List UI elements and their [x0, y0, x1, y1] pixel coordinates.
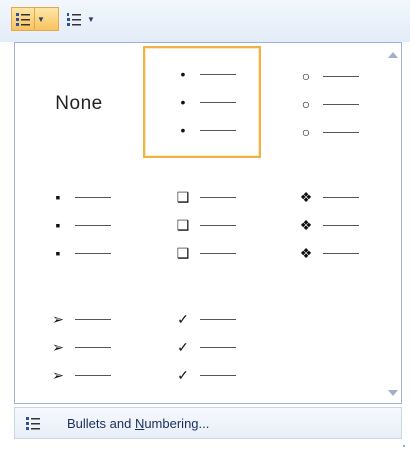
diamond-dots-icon: ❖ — [299, 217, 313, 233]
bullet-line: ➢ — [20, 361, 138, 389]
bullet-line: ✓ — [145, 333, 263, 361]
none-label: None — [55, 93, 103, 114]
line-placeholder — [75, 346, 111, 348]
hollow-circle-icon: ○ — [301, 96, 311, 112]
bullet-library-gallery: None • • • ○ ○ ○ ▪ ▪ ▪ ❑ ❑ ❑ ❖ ❖ ❖ ➢ ➢ ➢… — [14, 42, 402, 404]
line-placeholder — [75, 318, 111, 320]
bullet-line: • — [145, 116, 259, 144]
line-placeholder — [323, 75, 359, 77]
bullet-line: ❑ — [145, 211, 263, 239]
bullets-and-numbering-label: Bullets and Numbering... — [67, 415, 210, 431]
bullet-style-hollow-circle[interactable]: ○ ○ ○ — [268, 48, 386, 160]
gallery-scrollbar[interactable] — [384, 46, 400, 402]
checkmark-icon: ✓ — [177, 339, 189, 355]
resize-grip-icon[interactable] — [399, 441, 405, 447]
line-placeholder — [75, 374, 111, 376]
bullet-style-checkmark[interactable]: ✓ ✓ ✓ — [145, 291, 263, 403]
bullet-line: • — [145, 88, 259, 116]
small-dot-icon: • — [180, 122, 186, 138]
line-placeholder — [200, 73, 236, 75]
numbered-list-icon — [63, 8, 85, 30]
arrowhead-icon: ➢ — [52, 311, 64, 327]
filled-square-icon: ▪ — [55, 245, 61, 261]
arrowhead-icon: ➢ — [52, 367, 64, 383]
diamond-dots-icon: ❖ — [299, 189, 313, 205]
bullet-style-small-dot[interactable]: • • • — [143, 46, 261, 158]
line-placeholder — [200, 252, 236, 254]
line-placeholder — [75, 224, 111, 226]
line-placeholder — [200, 318, 236, 320]
line-placeholder — [200, 224, 236, 226]
scroll-down-icon[interactable] — [388, 390, 398, 396]
line-placeholder — [323, 131, 359, 133]
hollow-square-icon: ❑ — [176, 189, 190, 205]
bullet-line: ➢ — [20, 305, 138, 333]
bullet-line: ❖ — [268, 183, 386, 211]
bullet-line: ❖ — [268, 211, 386, 239]
diamond-dots-icon: ❖ — [299, 245, 313, 261]
line-placeholder — [200, 374, 236, 376]
line-placeholder — [200, 101, 236, 103]
hollow-square-icon: ❑ — [176, 217, 190, 233]
line-placeholder — [323, 103, 359, 105]
bullet-style-arrowhead[interactable]: ➢ ➢ ➢ — [20, 291, 138, 403]
bullet-line: ✓ — [145, 361, 263, 389]
list-toolbar: ▼ ▼ — [0, 0, 410, 42]
filled-square-icon: ▪ — [55, 189, 61, 205]
line-placeholder — [75, 196, 111, 198]
bullet-line: • — [145, 60, 259, 88]
bullet-list-icon — [25, 416, 45, 430]
dropdown-arrow-icon[interactable]: ▼ — [34, 8, 47, 30]
small-dot-icon: • — [180, 66, 186, 82]
bullet-line: ✓ — [145, 305, 263, 333]
bullet-line: ○ — [268, 90, 386, 118]
checkmark-icon: ✓ — [177, 311, 189, 327]
bullet-line: ○ — [268, 118, 386, 146]
bullet-line: ❑ — [145, 183, 263, 211]
bullets-and-numbering-menu-item[interactable]: Bullets and Numbering... — [14, 407, 402, 439]
bullet-line: ➢ — [20, 333, 138, 361]
line-placeholder — [323, 196, 359, 198]
filled-square-icon: ▪ — [55, 217, 61, 233]
scroll-up-icon[interactable] — [388, 52, 398, 58]
bullet-style-diamond-dots[interactable]: ❖ ❖ ❖ — [268, 169, 386, 281]
dropdown-arrow-icon[interactable]: ▼ — [85, 8, 97, 30]
bullet-style-none[interactable]: None — [20, 48, 138, 160]
hollow-square-icon: ❑ — [176, 245, 190, 261]
line-placeholder — [200, 196, 236, 198]
checkmark-icon: ✓ — [177, 367, 189, 383]
bullet-style-hollow-square[interactable]: ❑ ❑ ❑ — [145, 169, 263, 281]
line-placeholder — [200, 346, 236, 348]
line-placeholder — [75, 252, 111, 254]
bullet-line: ▪ — [20, 211, 138, 239]
line-placeholder — [200, 129, 236, 131]
bullet-line: ❖ — [268, 239, 386, 267]
numbering-button[interactable]: ▼ — [63, 7, 109, 31]
small-dot-icon: • — [180, 94, 186, 110]
hollow-circle-icon: ○ — [301, 124, 311, 140]
bullet-line: ○ — [268, 62, 386, 90]
line-placeholder — [323, 252, 359, 254]
bullets-button[interactable]: ▼ — [11, 7, 59, 31]
arrowhead-icon: ➢ — [52, 339, 64, 355]
bullet-line: ❑ — [145, 239, 263, 267]
line-placeholder — [323, 224, 359, 226]
bullet-list-icon — [12, 8, 34, 30]
bullet-line: ▪ — [20, 239, 138, 267]
hollow-circle-icon: ○ — [301, 68, 311, 84]
bullet-style-square[interactable]: ▪ ▪ ▪ — [20, 169, 138, 281]
bullet-line: ▪ — [20, 183, 138, 211]
